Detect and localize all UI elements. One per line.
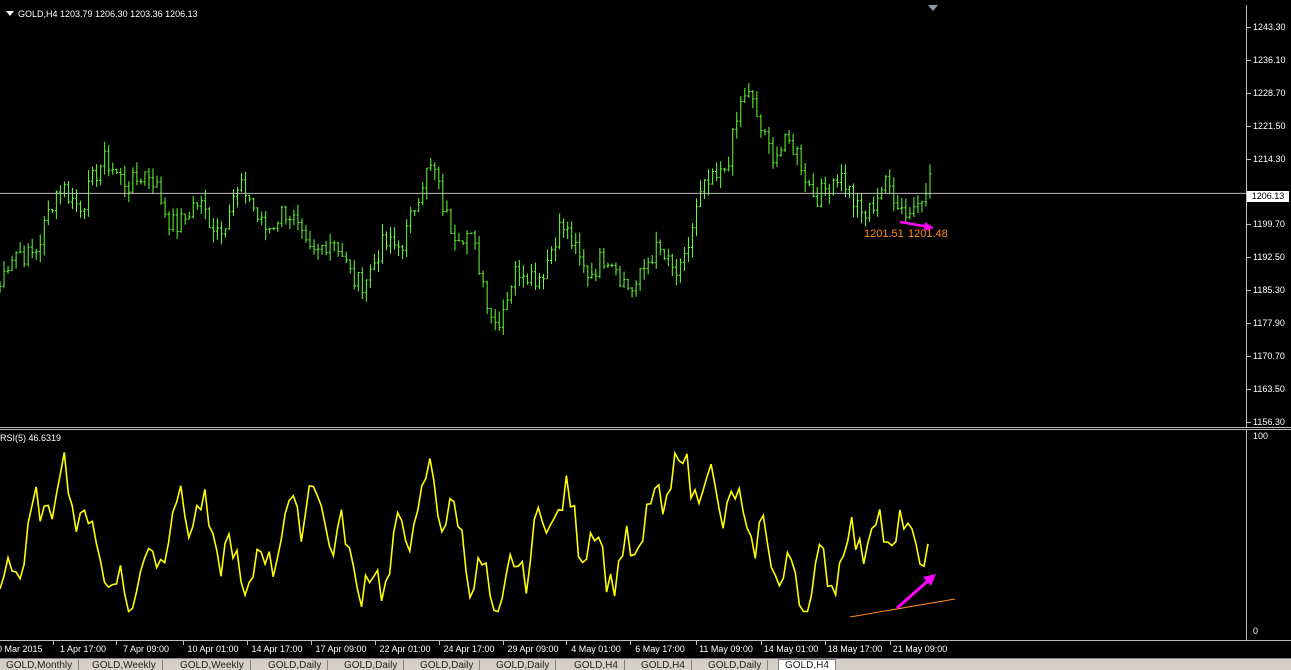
time-tick [566,641,567,645]
time-tick [247,641,248,645]
price-tick [1247,421,1251,423]
time-tick [890,641,891,645]
time-label: 22 Apr 01:00 [379,644,431,654]
time-tick [116,641,117,645]
time-label: 18 May 17:00 [827,644,883,654]
time-label: 6 May 17:00 [635,644,685,654]
time-label: 11 May 09:00 [699,644,753,654]
time-label: 24 Apr 17:00 [443,644,495,654]
rsi-line [0,450,929,613]
annotation-low2: 1201.48 [908,228,948,240]
time-label: 14 May 01:00 [763,644,819,654]
price-label: 1199.70 [1253,219,1285,230]
time-tick [761,641,762,645]
rsi-scale[interactable]: 100 0 [1246,430,1291,640]
time-tick [183,641,184,645]
price-label: 1170.70 [1253,351,1285,361]
rsi-scale-max: 100 [1253,431,1269,441]
price-tick [1247,257,1251,259]
time-tick [503,641,504,645]
price-tick [1247,356,1251,357]
main-chart-pane[interactable]: GOLD,H4 1203.79 1206.30 1203.36 1206.13 … [0,5,1246,427]
time-label: 1 Apr 17:00 [59,644,107,654]
rsi-pane[interactable]: RSI(5) 46.6319 [0,430,1246,640]
time-tick [439,641,440,645]
time-label: 4 May 01:00 [571,644,621,654]
price-label: 1192.50 [1253,252,1285,263]
price-label: 1243.30 [1253,22,1286,32]
price-tick [1247,59,1251,61]
time-label: 0 Mar 2015 [0,644,43,654]
price-label: 1214.30 [1253,153,1286,164]
price-tick [1247,27,1251,28]
price-tick [1247,224,1251,226]
price-scale[interactable]: 1243.30 1236.10 1228.70 1221.50 1214.30 1199.… [1246,5,1291,427]
time-label: 14 Apr 17:00 [251,644,303,654]
price-tick [1247,125,1251,127]
time-tick [696,641,697,645]
price-tick [1247,290,1251,292]
price-tick [1247,158,1251,160]
chart-shift-marker-icon[interactable] [928,5,938,11]
time-tick [630,641,631,645]
time-label: 21 May 09:00 [892,644,948,654]
rsi-scale-min: 0 [1253,626,1259,636]
time-label: 29 Apr 09:00 [507,644,559,654]
price-tick [1247,388,1251,390]
price-label: 1177.90 [1253,318,1285,329]
time-label: 17 Apr 09:00 [315,644,367,654]
time-tick [311,641,312,645]
price-label: 1163.50 [1253,383,1285,394]
time-tick [375,641,376,645]
time-tick [825,641,826,645]
time-label: 7 Apr 09:00 [122,644,170,654]
annotation-low1: 1201.51 [864,228,904,240]
price-label: 1156.30 [1253,416,1285,427]
rsi-chart-svg [0,450,956,618]
chart-tab[interactable]: GOLD,H4 [778,659,836,670]
time-tick [53,641,54,645]
price-chart-svg [0,83,1246,335]
price-label: 1221.50 [1253,120,1286,131]
time-label: 10 Apr 01:00 [187,644,239,654]
price-label: 1228.70 [1253,87,1286,98]
price-label: 1236.10 [1253,54,1286,65]
chart-tabs: GOLD,Monthly GOLD,Weekly GOLD,Weekly GOLD,D… [0,658,1291,670]
price-tick [1247,323,1251,325]
price-tick [1247,92,1251,94]
current-price-box: 1206.13 [1247,191,1289,202]
time-axis[interactable]: 0 Mar 2015 1 Apr 17:00 7 Apr 09:00 10 Apr 0… [0,640,1291,659]
price-label: 1185.30 [1253,285,1285,296]
candles-group [0,83,932,335]
